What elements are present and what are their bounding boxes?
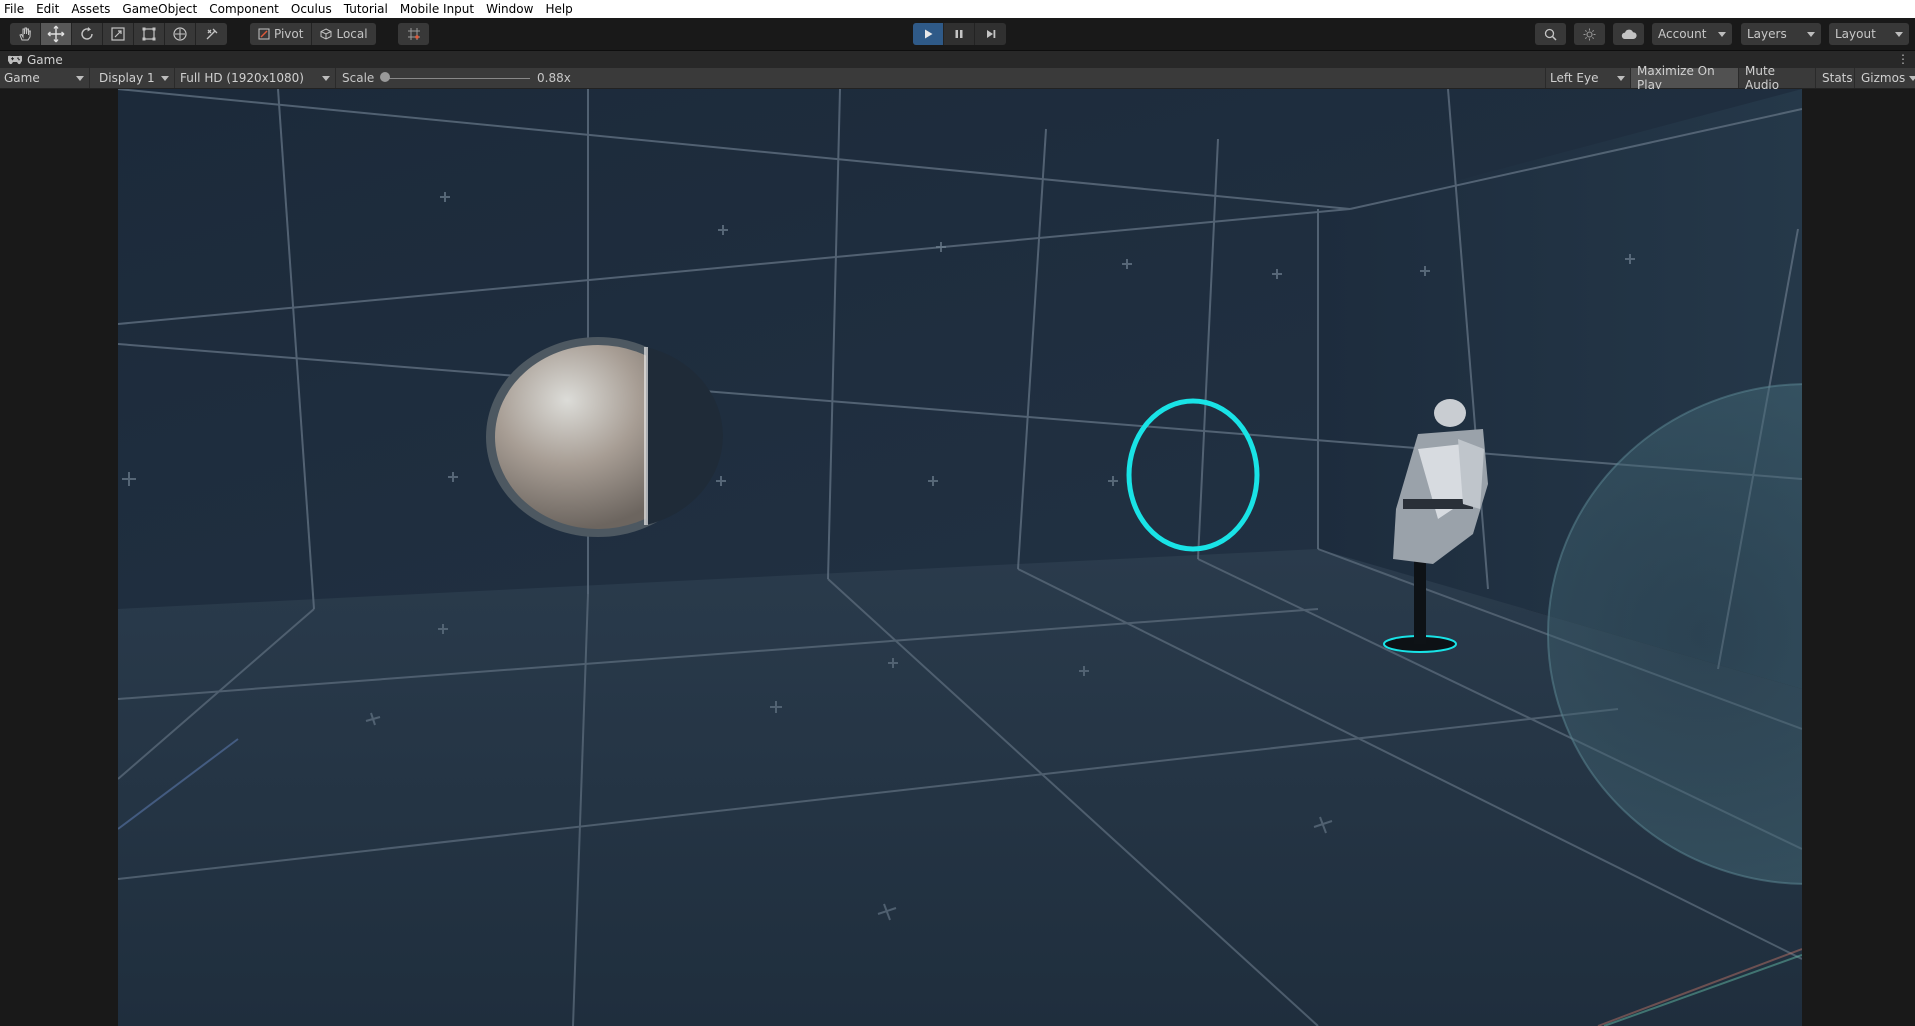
chevron-down-icon [1895, 31, 1903, 37]
mute-audio-label: Mute Audio [1745, 64, 1780, 92]
cloud-icon [1621, 29, 1637, 39]
layout-label: Layout [1835, 27, 1876, 41]
playmode-controls [913, 23, 1006, 45]
resolution-label: Full HD (1920x1080) [180, 71, 304, 85]
chevron-down-icon [76, 75, 84, 81]
custom-tool-icon [206, 28, 217, 40]
cloud-button[interactable] [1613, 23, 1644, 45]
play-button[interactable] [913, 23, 944, 45]
menu-tutorial[interactable]: Tutorial [338, 0, 394, 18]
cloud-group [1613, 23, 1644, 45]
menu-gameobject[interactable]: GameObject [116, 0, 203, 18]
search-button[interactable] [1535, 23, 1566, 45]
menu-bar: File Edit Assets GameObject Component Oc… [0, 0, 1915, 18]
account-label: Account [1658, 27, 1707, 41]
scale-slider-thumb[interactable] [380, 72, 390, 82]
stats-toggle[interactable]: Stats [1815, 68, 1854, 88]
scale-label: Scale [342, 71, 375, 85]
pivot-local-group: Pivot Local [250, 23, 376, 45]
menu-assets[interactable]: Assets [65, 0, 116, 18]
pivot-icon [258, 28, 270, 40]
game-view-toolbar: Game Display 1 Full HD (1920x1080) Scale… [0, 64, 1915, 92]
resolution-dropdown[interactable]: Full HD (1920x1080) [176, 68, 336, 88]
play-icon [925, 29, 933, 39]
local-toggle[interactable]: Local [312, 23, 375, 45]
cube-icon [320, 28, 332, 40]
grid-snap-group [398, 23, 429, 45]
lighting-group [1574, 23, 1605, 45]
chevron-down-icon [161, 75, 169, 81]
chevron-down-icon [322, 75, 330, 81]
grid-snap-icon [407, 28, 420, 40]
chevron-down-icon [1909, 75, 1915, 81]
search-group [1535, 23, 1566, 45]
search-icon [1544, 28, 1557, 41]
rotate-tool-button[interactable] [72, 23, 103, 45]
gizmos-dropdown[interactable]: Gizmos [1854, 68, 1915, 88]
chevron-down-icon [1807, 31, 1815, 37]
transform-tool-button[interactable] [165, 23, 196, 45]
grid-snap-button[interactable] [398, 23, 429, 45]
mute-audio-toggle[interactable]: Mute Audio [1738, 64, 1815, 92]
stats-label: Stats [1822, 71, 1853, 85]
menu-mobile-input[interactable]: Mobile Input [394, 0, 480, 18]
pivot-toggle[interactable]: Pivot [250, 23, 313, 45]
main-toolbar: Pivot Local Account Layers Layout [0, 18, 1915, 51]
menu-help[interactable]: Help [539, 0, 578, 18]
scale-icon [111, 27, 125, 41]
pivot-label: Pivot [274, 27, 304, 41]
chevron-down-icon [1617, 75, 1625, 81]
transform-tools [10, 23, 227, 45]
step-button[interactable] [975, 23, 1006, 45]
menu-oculus[interactable]: Oculus [285, 0, 338, 18]
pause-button[interactable] [944, 23, 975, 45]
menu-component[interactable]: Component [203, 0, 285, 18]
custom-tool-button[interactable] [196, 23, 227, 45]
hand-icon [19, 27, 31, 41]
menu-edit[interactable]: Edit [30, 0, 65, 18]
view-type-dropdown[interactable]: Game [0, 68, 90, 88]
local-label: Local [336, 27, 368, 41]
step-icon [986, 30, 995, 38]
tab-game-label: Game [27, 52, 63, 67]
more-options-icon[interactable]: ⋮ [1897, 53, 1909, 65]
menu-file[interactable]: File [0, 0, 30, 18]
rect-tool-button[interactable] [134, 23, 165, 45]
game-view-area [0, 89, 1915, 1026]
move-tool-button[interactable] [41, 23, 72, 45]
layers-dropdown[interactable]: Layers [1741, 23, 1821, 45]
view-type-label: Game [4, 71, 40, 85]
layout-dropdown[interactable]: Layout [1829, 23, 1909, 45]
maximize-on-play-label: Maximize On Play [1637, 64, 1715, 92]
menu-window[interactable]: Window [480, 0, 539, 18]
transform-icon [173, 27, 187, 41]
maximize-on-play-toggle[interactable]: Maximize On Play [1630, 64, 1738, 92]
gamepad-icon [8, 55, 22, 64]
eye-dropdown[interactable]: Left Eye [1545, 68, 1630, 88]
account-dropdown[interactable]: Account [1652, 23, 1732, 45]
lighting-button[interactable] [1574, 23, 1605, 45]
game-tab-bar: Game ⋮ [0, 51, 1915, 68]
pause-icon [955, 30, 963, 38]
move-icon [47, 25, 65, 43]
hand-tool-button[interactable] [10, 23, 41, 45]
chevron-down-icon [1718, 31, 1726, 37]
scale-slider-track[interactable] [386, 78, 530, 79]
scene-render [118, 89, 1802, 1026]
tab-game[interactable]: Game [0, 53, 63, 67]
scale-tool-button[interactable] [103, 23, 134, 45]
rotate-icon [81, 27, 93, 40]
layers-label: Layers [1747, 27, 1787, 41]
gizmos-label: Gizmos [1861, 71, 1906, 85]
sun-icon [1583, 28, 1596, 40]
display-label: Display 1 [99, 71, 155, 85]
rect-icon [142, 27, 156, 41]
display-dropdown[interactable]: Display 1 [95, 68, 175, 88]
game-viewport[interactable] [118, 89, 1802, 1026]
scale-value: 0.88x [537, 71, 571, 85]
eye-label: Left Eye [1550, 71, 1599, 85]
